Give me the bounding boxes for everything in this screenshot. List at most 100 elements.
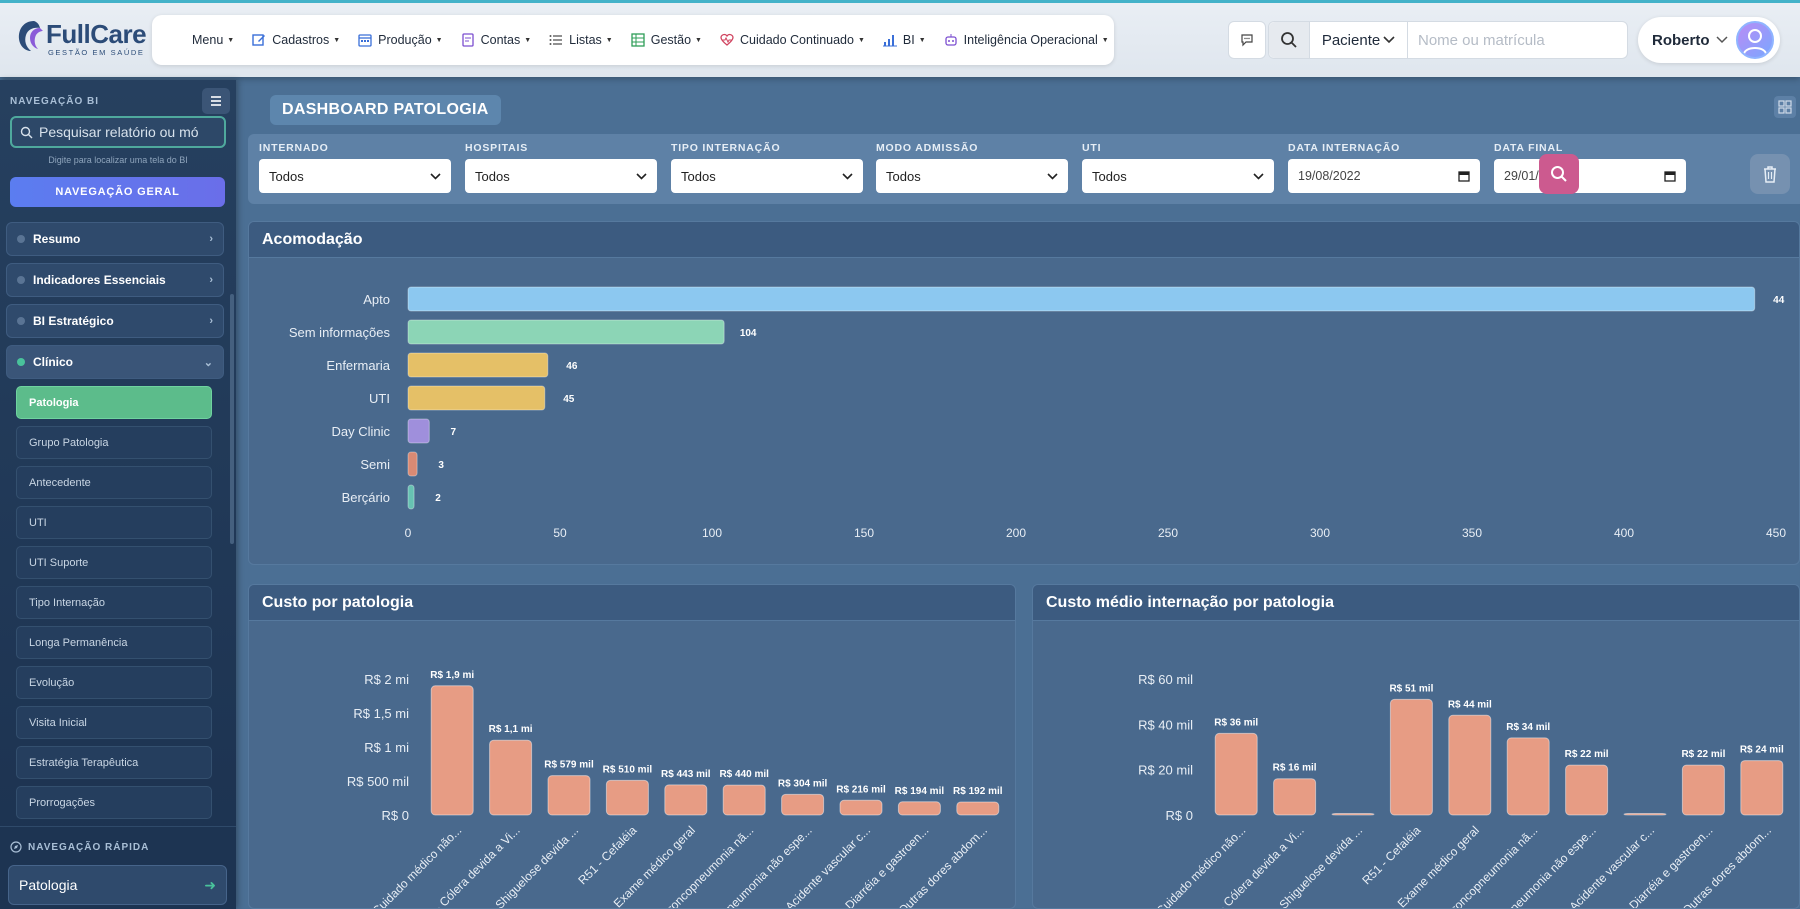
menu-item-inteligencia-operacional[interactable]: Inteligência Operacional ▼ bbox=[944, 33, 1109, 47]
menu-label: Inteligência Operacional bbox=[963, 33, 1098, 47]
filter-value: Todos bbox=[475, 168, 510, 184]
sidebar-item-longa-permanencia[interactable]: Longa Permanência bbox=[16, 626, 212, 659]
user-avatar-icon bbox=[1743, 29, 1767, 55]
general-navigation-button[interactable]: NAVEGAÇÃO GERAL bbox=[10, 177, 225, 207]
search-icon bbox=[20, 126, 33, 138]
chevron-down-icon bbox=[1253, 172, 1264, 180]
quick-navigation-select[interactable]: Patologia ➜ bbox=[8, 865, 227, 905]
filter-label: TIPO INTERNAÇÃO bbox=[671, 142, 781, 154]
custo-medio-chart: R$ 0 R$ 20 mil R$ 40 mil R$ 60 mil R$ 36 mil… bbox=[1134, 672, 1784, 908]
card-title: Custo médio internação por patologia bbox=[1033, 585, 1799, 621]
edit-icon bbox=[252, 34, 266, 46]
sidebar-item-grupo-patologia[interactable]: Grupo Patologia bbox=[16, 426, 212, 459]
sidebar-item-prorrogacoes[interactable]: Prorrogações bbox=[16, 786, 212, 819]
data-label: 104 bbox=[740, 328, 757, 339]
data-label: 7 bbox=[450, 427, 456, 438]
sidebar-item-estrategia-terapeutica[interactable]: Estratégia Terapêutica bbox=[16, 746, 212, 779]
patient-search-input[interactable] bbox=[1408, 23, 1627, 57]
sidebar: NAVEGAÇÃO BI Digite para localizar uma t… bbox=[0, 80, 236, 909]
filter-tipo-internacao-select[interactable]: Todos bbox=[671, 159, 863, 193]
filter-data-final-input[interactable]: 29/01/92025 bbox=[1494, 159, 1686, 193]
sidebar-title: NAVEGAÇÃO BI bbox=[10, 96, 100, 107]
bar bbox=[1214, 732, 1258, 816]
sidebar-scrollbar[interactable] bbox=[230, 294, 234, 544]
bar bbox=[407, 286, 1756, 312]
y-tick-label: R$ 2 mi bbox=[364, 672, 409, 687]
sidebar-item-evolucao[interactable]: Evolução bbox=[16, 666, 212, 699]
chat-button[interactable] bbox=[1228, 21, 1266, 59]
bar bbox=[1565, 764, 1609, 816]
y-tick-label: R$ 1 mi bbox=[364, 740, 409, 755]
layout-grid-button[interactable] bbox=[1774, 96, 1796, 118]
sidebar-item-uti-suporte[interactable]: UTI Suporte bbox=[16, 546, 212, 579]
sidebar-section-indicadores[interactable]: Indicadores Essenciais › bbox=[6, 263, 224, 297]
filter-hospitais-select[interactable]: Todos bbox=[465, 159, 657, 193]
sidebar-item-antecedente[interactable]: Antecedente bbox=[16, 466, 212, 499]
menu-item-cuidado-continuado[interactable]: Cuidado Continuado ▼ bbox=[720, 33, 865, 47]
sidebar-item-visita-inicial[interactable]: Visita Inicial bbox=[16, 706, 212, 739]
menu-item-cadastros[interactable]: Cadastros ▼ bbox=[252, 33, 340, 47]
data-label: R$ 1,1 mi bbox=[489, 724, 533, 735]
data-label: R$ 51 mil bbox=[1389, 683, 1433, 694]
section-label: BI Estratégico bbox=[33, 314, 114, 328]
filter-value: Todos bbox=[681, 168, 716, 184]
menu-item-gestao[interactable]: Gestão ▼ bbox=[631, 33, 702, 47]
sidebar-item-tipo-internacao[interactable]: Tipo Internação bbox=[16, 586, 212, 619]
data-label: R$ 16 mil bbox=[1273, 763, 1317, 774]
menu-item-listas[interactable]: Listas ▼ bbox=[549, 33, 613, 47]
bar bbox=[1389, 698, 1433, 816]
calendar-icon[interactable] bbox=[1664, 170, 1676, 182]
menu-item-producao[interactable]: Produção ▼ bbox=[358, 33, 443, 47]
sidebar-section-bi-estrategico[interactable]: BI Estratégico › bbox=[6, 304, 224, 338]
sidebar-section-clinico[interactable]: Clínico ⌄ bbox=[6, 345, 224, 379]
filter-modo-admissao: MODO ADMISSÃO Todos bbox=[876, 142, 1068, 193]
filter-internado-select[interactable]: Todos bbox=[259, 159, 451, 193]
menu-item-contas[interactable]: Contas ▼ bbox=[461, 33, 531, 47]
chevron-down-icon bbox=[430, 172, 441, 180]
card-title: Custo por patologia bbox=[249, 585, 1015, 621]
calendar-icon[interactable] bbox=[1458, 170, 1470, 182]
search-icon bbox=[1281, 32, 1297, 48]
avatar[interactable] bbox=[1736, 21, 1774, 59]
user-menu[interactable]: Roberto bbox=[1638, 17, 1780, 63]
sidebar-section-resumo[interactable]: Resumo › bbox=[6, 222, 224, 256]
sidebar-item-uti[interactable]: UTI bbox=[16, 506, 212, 539]
filter-data-internacao-input[interactable]: 19/08/2022 bbox=[1288, 159, 1480, 193]
bar bbox=[407, 319, 725, 345]
card-acomodacao: Acomodação 0 50 100 150 200 250 300 350 400 450 Ap… bbox=[248, 221, 1800, 565]
filter-label: INTERNADO bbox=[259, 142, 329, 154]
filter-modo-admissao-select[interactable]: Todos bbox=[876, 159, 1068, 193]
search-type-select[interactable]: Paciente bbox=[1310, 22, 1408, 58]
menu-item-menu[interactable]: Menu ▼ bbox=[192, 33, 234, 47]
apply-filters-button[interactable] bbox=[1539, 154, 1579, 194]
robot-icon bbox=[945, 34, 957, 46]
filter-uti-select[interactable]: Todos bbox=[1082, 159, 1274, 193]
search-button[interactable] bbox=[1269, 22, 1310, 58]
x-tick-label: R51 - Cefaléia bbox=[1359, 823, 1423, 887]
filter-label: DATA FINAL bbox=[1494, 142, 1564, 154]
sidebar-search-input[interactable] bbox=[39, 124, 219, 140]
brand-tagline: GESTÃO EM SAÚDE bbox=[48, 48, 145, 57]
chevron-down-icon: ⌄ bbox=[203, 356, 213, 369]
chat-bubble-icon bbox=[1241, 34, 1253, 47]
clear-filters-button[interactable] bbox=[1750, 154, 1790, 194]
y-tick-label: R$ 0 bbox=[382, 808, 409, 823]
data-label: R$ 194 mil bbox=[895, 786, 945, 797]
patient-search: Paciente bbox=[1268, 21, 1628, 59]
sidebar-item-patologia[interactable]: Patologia bbox=[16, 386, 212, 419]
filter-uti: UTI Todos bbox=[1082, 142, 1274, 193]
caret-down-icon: ▼ bbox=[435, 36, 443, 44]
fullcare-logo[interactable]: FullCare GESTÃO EM SAÚDE bbox=[14, 17, 147, 57]
filter-label: DATA INTERNAÇÃO bbox=[1288, 142, 1401, 154]
data-label: R$ 24 mil bbox=[1740, 745, 1784, 756]
grid-icon bbox=[1778, 100, 1792, 114]
status-dot bbox=[17, 276, 25, 284]
caret-down-icon: ▼ bbox=[857, 36, 865, 44]
bar bbox=[407, 418, 430, 444]
sidebar-toggle-button[interactable] bbox=[202, 88, 230, 114]
data-label: 2 bbox=[435, 493, 441, 504]
bar bbox=[407, 484, 415, 510]
menu-item-bi[interactable]: BI ▼ bbox=[882, 33, 926, 47]
menu-label: Contas bbox=[480, 33, 521, 47]
logo-mark-icon bbox=[18, 21, 43, 51]
